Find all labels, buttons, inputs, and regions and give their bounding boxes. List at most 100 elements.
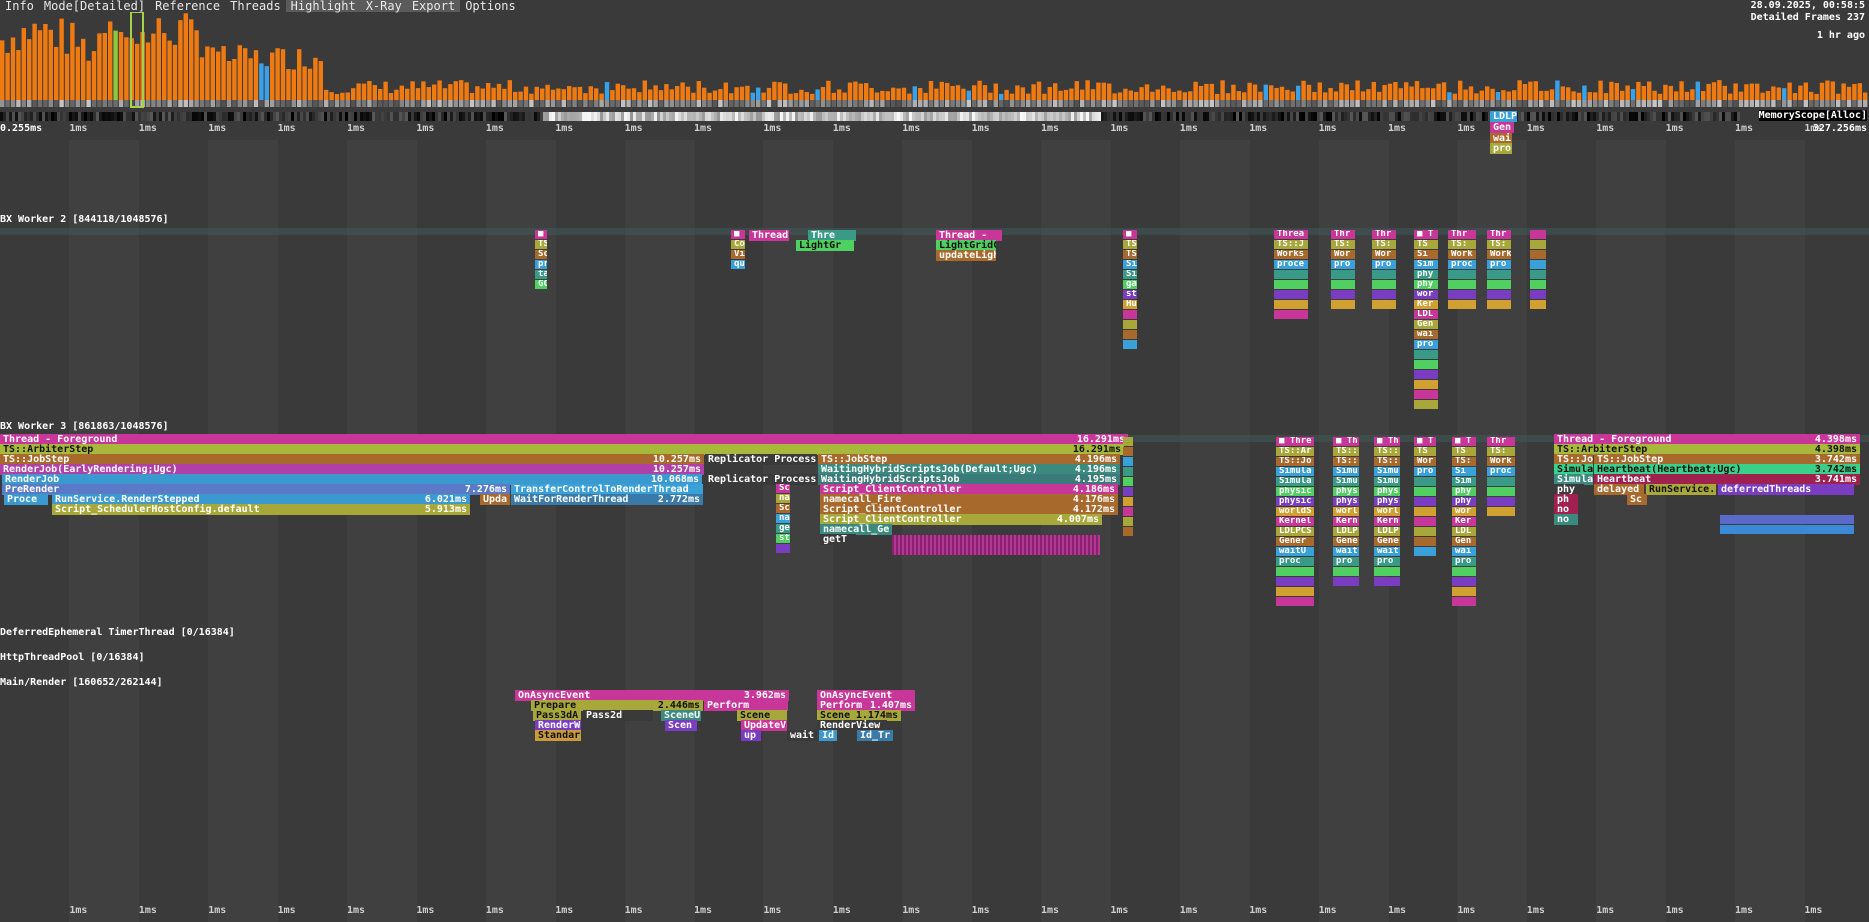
frame-bar[interactable] [810,93,815,100]
zone-block[interactable]: TS:: [1374,457,1400,466]
frame-bar[interactable] [718,89,723,100]
frame-bar[interactable] [64,53,70,100]
frame-bar[interactable] [1161,85,1166,100]
zone-gett[interactable]: getT [820,534,856,545]
frame-bar[interactable] [448,84,453,100]
frame-bar[interactable] [1733,83,1738,100]
frame-bar[interactable] [5,52,10,100]
frame-bar[interactable] [945,82,950,100]
zone-block[interactable]: Thr [1487,230,1511,239]
zone-block[interactable] [1452,567,1476,576]
frame-bar[interactable] [988,92,993,100]
frame-bar[interactable] [221,46,226,100]
frame-bar[interactable] [248,58,253,100]
frame-bar[interactable] [124,37,129,100]
zone-block[interactable]: ta [535,270,547,279]
zone-block[interactable]: Si [1123,260,1137,269]
frame-bar[interactable] [1722,85,1727,100]
frame-bar[interactable] [604,82,610,100]
zone-block[interactable]: pro [1452,557,1476,566]
frame-bar[interactable] [1836,93,1841,100]
zone-block[interactable]: wai [1414,330,1438,339]
frame-bar[interactable] [853,81,858,100]
frame-bar[interactable] [226,61,232,100]
frame-bar[interactable] [1333,91,1339,100]
menu-reference[interactable]: Reference [150,0,225,12]
frame-bar[interactable] [1155,89,1160,100]
frame-bar[interactable] [534,86,539,100]
thread-label-http[interactable]: HttpThreadPool [0/16384] [0,652,145,663]
frame-bar[interactable] [1134,91,1139,100]
zone-pass2d[interactable]: Pass2d [583,710,653,721]
frame-bar[interactable] [1452,93,1457,100]
zone-gen[interactable]: Gen [1490,122,1514,133]
zone-block[interactable]: phys [1333,497,1359,506]
frame-bar[interactable] [502,88,507,100]
frame-bar[interactable] [1771,86,1776,100]
frame-bar[interactable] [1479,90,1484,100]
frame-bar[interactable] [1587,92,1592,100]
zone-block[interactable] [1372,280,1396,289]
zone-block[interactable]: proc [1448,260,1476,269]
frame-bar[interactable] [1549,89,1555,100]
zone-block[interactable]: ■ Th [1374,437,1400,446]
zone-block[interactable]: proc [1487,467,1515,476]
frame-bar[interactable] [1069,88,1074,100]
zone-block[interactable] [1530,290,1546,299]
frame-bar[interactable] [21,28,26,101]
zone-block[interactable]: pr [535,260,547,269]
frame-bar[interactable] [1809,91,1814,100]
frame-bar[interactable] [459,80,464,100]
frame-bar[interactable] [1755,83,1760,100]
frame-bar[interactable] [734,87,739,100]
zone-block[interactable] [1448,290,1476,299]
zone-block[interactable]: Thr [1487,437,1515,446]
frame-bar[interactable] [356,83,361,100]
frame-bar[interactable] [1522,84,1528,100]
frame-bar[interactable] [1252,84,1258,100]
frame-bar[interactable] [712,90,718,100]
frame-bar[interactable] [1539,90,1544,100]
frame-bar[interactable] [1015,85,1020,100]
frame-bar[interactable] [1630,89,1636,100]
zone-block[interactable]: Gene [1374,537,1400,546]
frame-bar[interactable] [1409,86,1414,100]
frame-bar[interactable] [864,83,869,100]
frame-bar[interactable] [291,69,296,100]
frame-bar[interactable] [486,83,491,100]
frame-bar[interactable] [1360,91,1366,100]
frame-bar[interactable] [1085,80,1090,100]
frame-bar[interactable] [156,18,161,101]
zone-block[interactable] [1452,587,1476,596]
frame-bar[interactable] [0,40,5,100]
frame-bar[interactable] [280,49,286,100]
zone-block[interactable]: Simu [1333,467,1359,476]
zone-block[interactable] [1123,457,1133,466]
zone-block[interactable]: qu [731,260,745,269]
thread-label-main-render[interactable]: Main/Render [160652/262144] [0,677,163,688]
frame-bar[interactable] [367,80,372,100]
zone-block[interactable]: Work [1487,250,1511,259]
zone-block[interactable]: TS:: [1374,447,1400,456]
frame-bar[interactable] [993,83,998,100]
frame-bar[interactable] [345,92,350,100]
frame-bar[interactable] [1636,81,1641,100]
frame-bar[interactable] [183,13,188,101]
frame-bar[interactable] [1387,83,1393,100]
zone-block[interactable]: Work [1448,250,1476,259]
frame-bar[interactable] [1717,80,1722,100]
frame-bar[interactable] [1220,80,1225,100]
zone-block[interactable] [1414,507,1436,516]
frame-bar[interactable] [394,89,399,100]
frame-bar[interactable] [637,92,642,100]
zone-block[interactable]: Scr [776,484,790,493]
frame-bar[interactable] [1090,89,1096,100]
zone-block[interactable] [1530,270,1546,279]
zone-deferred-children-2[interactable] [1720,525,1854,534]
zone-block[interactable] [1530,300,1546,309]
frame-bar[interactable] [86,60,91,100]
zone-block[interactable] [1276,567,1314,576]
frame-bar[interactable] [1188,91,1193,100]
frame-bar[interactable] [723,82,728,100]
frame-bar[interactable] [675,86,680,100]
